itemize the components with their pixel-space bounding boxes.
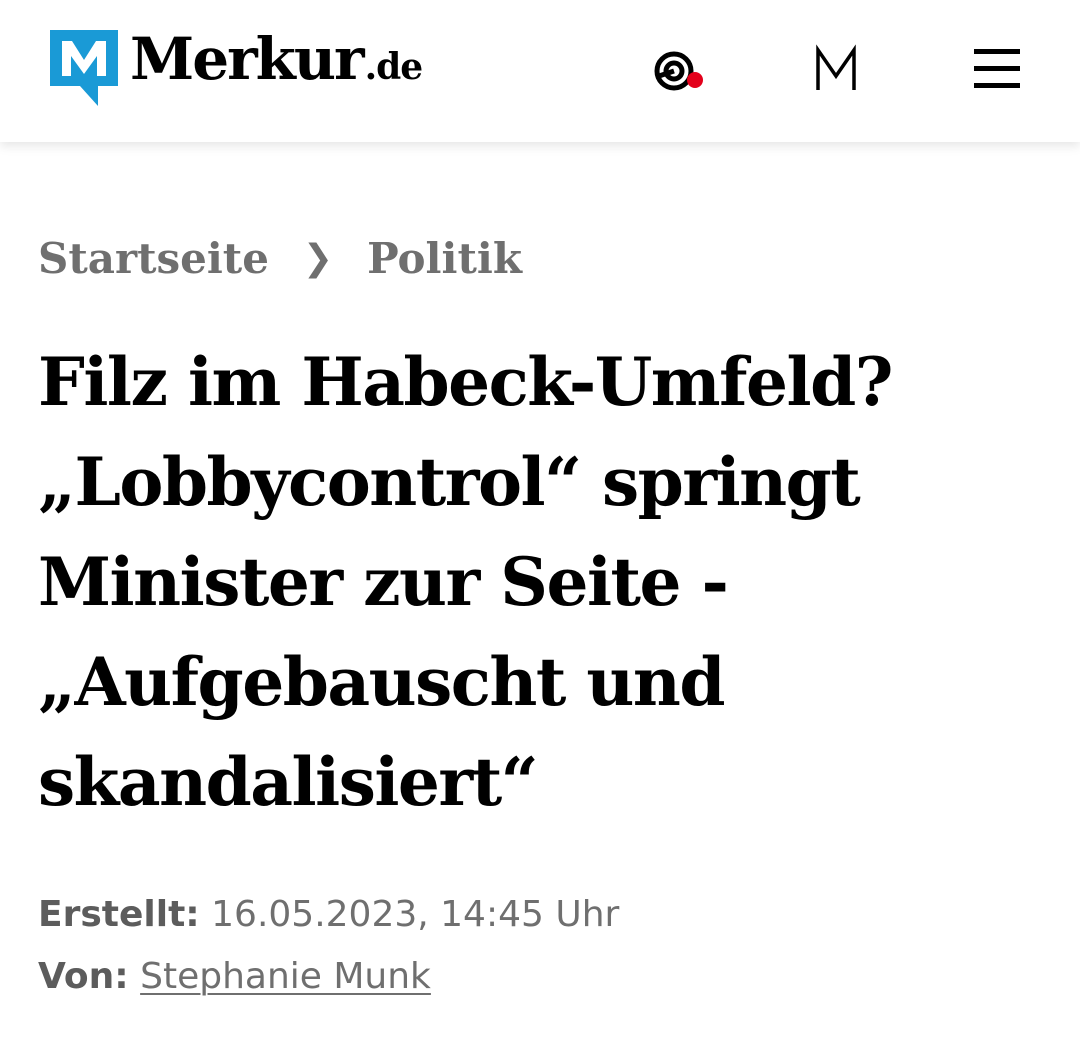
merkur-logo-icon bbox=[50, 30, 118, 106]
breadcrumb: Startseite ❯ Politik bbox=[38, 234, 522, 283]
m-logo-icon[interactable] bbox=[810, 44, 862, 96]
breadcrumb-home[interactable]: Startseite bbox=[38, 234, 269, 283]
author-label: Von: bbox=[38, 956, 129, 997]
headline-line: skandalisiert“ bbox=[38, 743, 539, 821]
breadcrumb-politik[interactable]: Politik bbox=[367, 234, 522, 283]
merkur-logo[interactable]: Merkur .de bbox=[50, 25, 424, 108]
site-header: Merkur .de bbox=[0, 0, 1080, 142]
headline-line: „Lobbycontrol“ springt bbox=[38, 443, 861, 521]
logo-domain: .de bbox=[364, 46, 424, 88]
live-notification-icon[interactable] bbox=[648, 46, 708, 94]
created-label: Erstellt: bbox=[38, 894, 200, 935]
article-author: Von: Stephanie Munk bbox=[38, 956, 1038, 997]
breadcrumb-separator-icon: ❯ bbox=[302, 238, 334, 279]
headline-line: Filz im Habeck-Umfeld? bbox=[38, 343, 893, 421]
hamburger-menu-icon[interactable] bbox=[972, 46, 1022, 92]
headline-line: Minister zur Seite - bbox=[38, 543, 729, 621]
article-headline: Filz im Habeck-Umfeld? „Lobbycontrol“ sp… bbox=[38, 332, 1048, 832]
author-link[interactable]: Stephanie Munk bbox=[140, 956, 431, 997]
created-timestamp: 16.05.2023, 14:45 Uhr bbox=[211, 894, 620, 935]
article-created: Erstellt: 16.05.2023, 14:45 Uhr bbox=[38, 894, 1038, 935]
logo-wordmark: Merkur bbox=[130, 25, 365, 93]
headline-line: „Aufgebauscht und bbox=[38, 643, 726, 721]
